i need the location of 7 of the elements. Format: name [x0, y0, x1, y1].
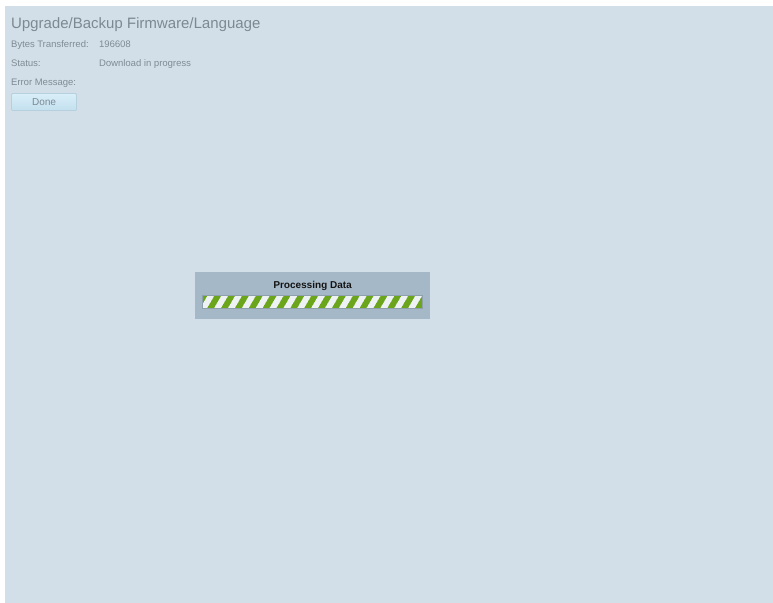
- field-value: 196608: [99, 38, 131, 51]
- field-label: Error Message:: [11, 76, 76, 89]
- field-label: Status:: [11, 57, 41, 70]
- field-label: Bytes Transferred:: [11, 38, 89, 51]
- field-value: Download in progress: [99, 57, 191, 70]
- page-title: Upgrade/Backup Firmware/Language: [11, 15, 260, 32]
- dialog-title: Processing Data: [273, 280, 352, 292]
